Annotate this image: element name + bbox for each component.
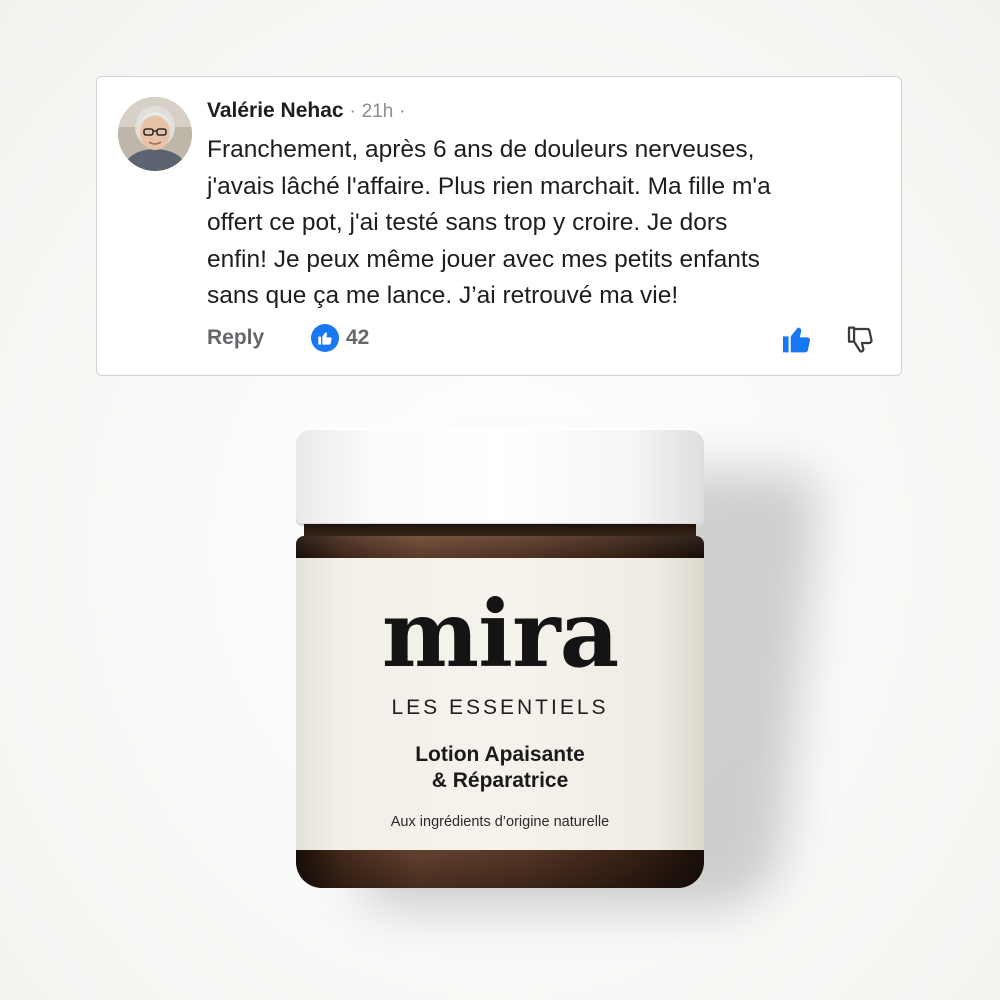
comment-header: Valérie Nehac · 21h · [207,98,405,125]
brand-logo: mira [381,580,619,688]
reaction-count: 42 [346,326,370,349]
comment-line: sans que ça me lance. J’ai retrouvé ma v… [207,282,679,309]
thumbs-up-icon[interactable] [781,323,813,355]
comment-line: enfin! Je peux même jouer avec mes petit… [207,245,760,273]
jar-glass-band [296,536,704,558]
reply-button[interactable]: Reply [207,326,264,350]
product-label: mira LES ESSENTIELS Lotion Apaisante & R… [296,558,704,850]
like-badge-icon [311,324,339,352]
comment-line: offert ce pot, j'ai testé sans trop y cr… [207,209,728,236]
meta-separator: · [399,101,406,122]
product-name: Lotion Apaisante & Réparatrice [296,742,704,794]
comment-line: j'avais lâché l'affaire. Plus rien march… [207,172,771,200]
reaction-summary[interactable]: 42 [311,323,369,353]
product-jar: mira LES ESSENTIELS Lotion Apaisante & R… [296,428,704,888]
comment-timestamp[interactable]: 21h [362,101,394,122]
meta-separator: · [349,101,356,122]
comment-author[interactable]: Valérie Nehac [207,99,344,122]
comment-card: Valérie Nehac · 21h · Franchement, après… [96,76,902,376]
jar-lid [296,428,704,526]
comment-text: Franchement, après 6 ans de douleurs ner… [207,132,867,315]
product-subtitle: Aux ingrédients d’origine naturelle [390,814,610,830]
comment-line: Franchement, après 6 ans de douleurs ner… [207,136,755,163]
avatar[interactable] [118,97,192,171]
product-name-line: Lotion Apaisante [415,743,585,766]
thumbs-down-icon[interactable] [845,323,877,355]
brand-tagline: LES ESSENTIELS [391,696,609,719]
jar-body: mira LES ESSENTIELS Lotion Apaisante & R… [296,536,704,888]
jar-base [296,850,704,888]
product-name-line: & Réparatrice [431,769,569,792]
